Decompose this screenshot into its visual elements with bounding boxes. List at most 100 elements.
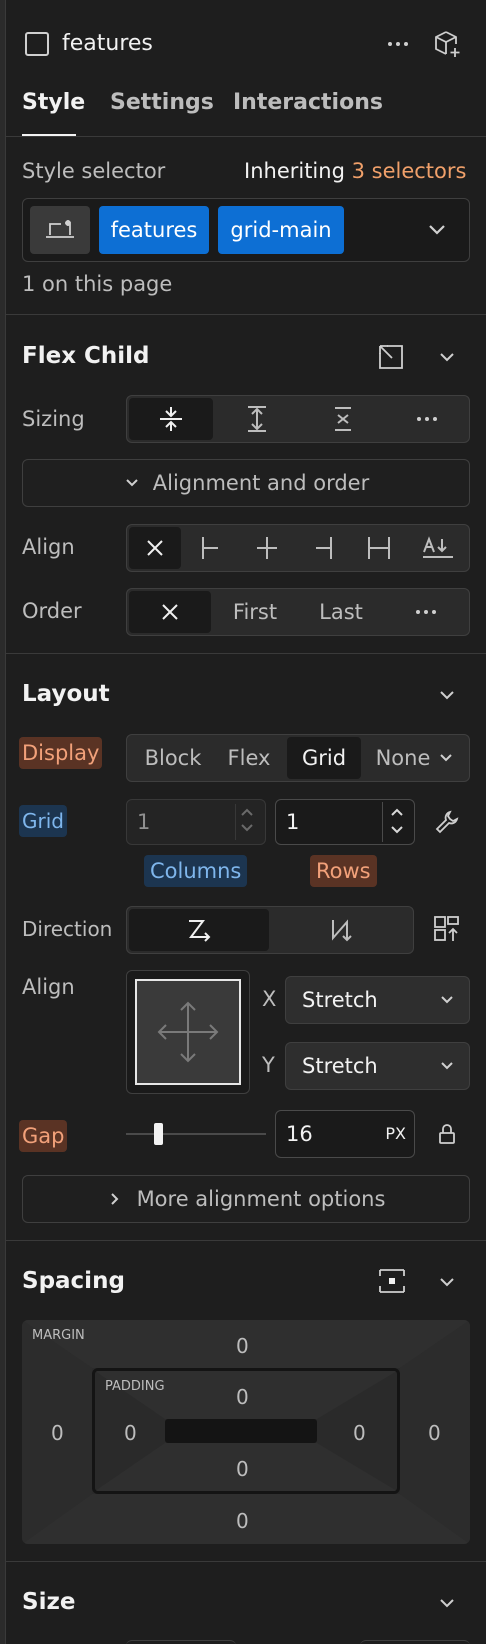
direction-column-button[interactable] [271, 909, 411, 951]
chevron-down-icon[interactable] [436, 347, 458, 367]
lock-icon[interactable] [437, 1123, 457, 1145]
align-start-button[interactable] [185, 527, 237, 569]
chevron-down-icon[interactable] [436, 1593, 458, 1613]
inheriting-info[interactable]: Inheriting 3 selectors [244, 161, 466, 182]
align-center-button[interactable] [241, 527, 293, 569]
shrink-icon [160, 407, 182, 431]
gap-slider-thumb[interactable] [153, 1123, 163, 1145]
flex-child-title: Flex Child [22, 343, 150, 369]
divider [6, 136, 486, 137]
element-checkbox[interactable] [25, 32, 49, 56]
padding-top-value[interactable]: 0 [236, 1387, 249, 1407]
order-none-button[interactable] [129, 591, 211, 633]
gap-slider-track[interactable] [126, 1133, 266, 1135]
align-y-value: Stretch [302, 1053, 378, 1078]
move-arrows-icon [157, 1001, 219, 1063]
add-component-icon[interactable] [432, 29, 462, 59]
selector-chip-features[interactable]: features [99, 206, 209, 254]
grid-label: Grid [19, 805, 67, 837]
display-flex-button[interactable]: Flex [213, 737, 285, 779]
display-none-label: None [375, 745, 431, 770]
padding-box: PADDING 0 0 0 0 [92, 1368, 400, 1494]
align-box[interactable] [126, 970, 250, 1094]
align-y-select[interactable]: Stretch [285, 1042, 470, 1090]
gap-input[interactable]: 16 PX [275, 1110, 415, 1158]
sizing-more-button[interactable] [387, 398, 467, 440]
margin-bottom-value[interactable]: 0 [236, 1511, 249, 1531]
chevron-down-icon[interactable] [436, 1272, 458, 1292]
padding-bottom-value[interactable]: 0 [236, 1459, 249, 1479]
grid-columns-value: 1 [137, 810, 151, 834]
padding-right-value[interactable]: 0 [353, 1423, 366, 1443]
grid-rows-input[interactable]: 1 [275, 799, 415, 845]
gap-unit[interactable]: PX [385, 1126, 406, 1142]
content-box [165, 1419, 317, 1443]
grid-columns-input[interactable]: 1 [126, 799, 266, 845]
order-first-button[interactable]: First [213, 591, 297, 633]
more-alignment-label: More alignment options [136, 1186, 386, 1211]
more-horizontal-icon[interactable] [384, 32, 412, 56]
close-icon [147, 540, 163, 556]
direction-column-icon [332, 919, 352, 942]
direction-row-icon [189, 920, 211, 942]
margin-label: MARGIN [32, 1328, 85, 1343]
chevron-right-icon [110, 1193, 118, 1205]
direction-row-button[interactable] [129, 909, 269, 951]
padding-left-value[interactable]: 0 [124, 1423, 137, 1443]
inheriting-count: 3 selectors [351, 159, 467, 183]
rows-stepper[interactable] [382, 802, 412, 842]
display-block-button[interactable]: Block [133, 737, 213, 779]
size-title: Size [22, 1589, 76, 1615]
columns-label: Columns [144, 855, 248, 887]
margin-left-value[interactable]: 0 [51, 1423, 64, 1443]
align-y-label: Y [262, 1053, 275, 1077]
grid-settings-icon[interactable] [434, 809, 460, 835]
alignment-order-label: Alignment and order [152, 470, 370, 495]
alignment-order-toggle[interactable]: Alignment and order [22, 459, 470, 507]
tab-style[interactable]: Style [22, 92, 85, 114]
order-last-button[interactable]: Last [299, 591, 383, 633]
size-field-peek-right [360, 1640, 470, 1644]
margin-top-value[interactable]: 0 [236, 1336, 249, 1356]
align-end-button[interactable] [297, 527, 349, 569]
margin-right-value[interactable]: 0 [428, 1423, 441, 1443]
chevron-down-icon[interactable] [426, 220, 448, 240]
panel-edge [0, 0, 6, 1644]
sizing-control [126, 395, 470, 443]
sizing-grow-button[interactable] [215, 398, 299, 440]
chevron-down-icon[interactable] [436, 685, 458, 705]
columns-stepper[interactable] [235, 804, 261, 840]
align-stretch-button[interactable] [353, 527, 405, 569]
align-none-button[interactable] [129, 527, 181, 569]
display-none-select[interactable]: None [363, 737, 467, 779]
tab-settings[interactable]: Settings [110, 92, 214, 114]
layout-align-label: Align [22, 975, 75, 999]
align-baseline-button[interactable] [409, 527, 467, 569]
chevron-up-icon [241, 808, 253, 816]
columns-label-text: Columns [144, 855, 248, 887]
spacing-preset-icon[interactable] [376, 1266, 408, 1296]
grid-autoflow-icon[interactable] [432, 914, 462, 944]
chevron-down-icon [441, 1062, 453, 1070]
grid-label-text: Grid [19, 805, 67, 837]
sizing-none-button[interactable] [301, 398, 385, 440]
style-selector-label: Style selector [22, 159, 166, 183]
chevron-down-icon [391, 826, 403, 834]
chevron-down-icon [241, 824, 253, 832]
sizing-shrink-button[interactable] [129, 398, 213, 440]
divider [6, 653, 486, 654]
more-alignment-toggle[interactable]: More alignment options [22, 1175, 470, 1223]
grid-rows-value: 1 [286, 810, 300, 834]
display-grid-button[interactable]: Grid [287, 737, 361, 779]
selector-state-button[interactable] [30, 206, 90, 254]
grow-icon [248, 406, 266, 432]
order-more-button[interactable] [385, 591, 467, 633]
tab-interactions[interactable]: Interactions [233, 92, 383, 114]
chevron-up-icon [391, 808, 403, 816]
selector-chip-grid-main[interactable]: grid-main [218, 206, 344, 254]
gap-value: 16 [286, 1122, 313, 1146]
usage-count: 1 on this page [22, 272, 173, 296]
align-x-select[interactable]: Stretch [285, 976, 470, 1024]
select-parent-icon[interactable] [377, 343, 405, 371]
divider [6, 314, 486, 315]
